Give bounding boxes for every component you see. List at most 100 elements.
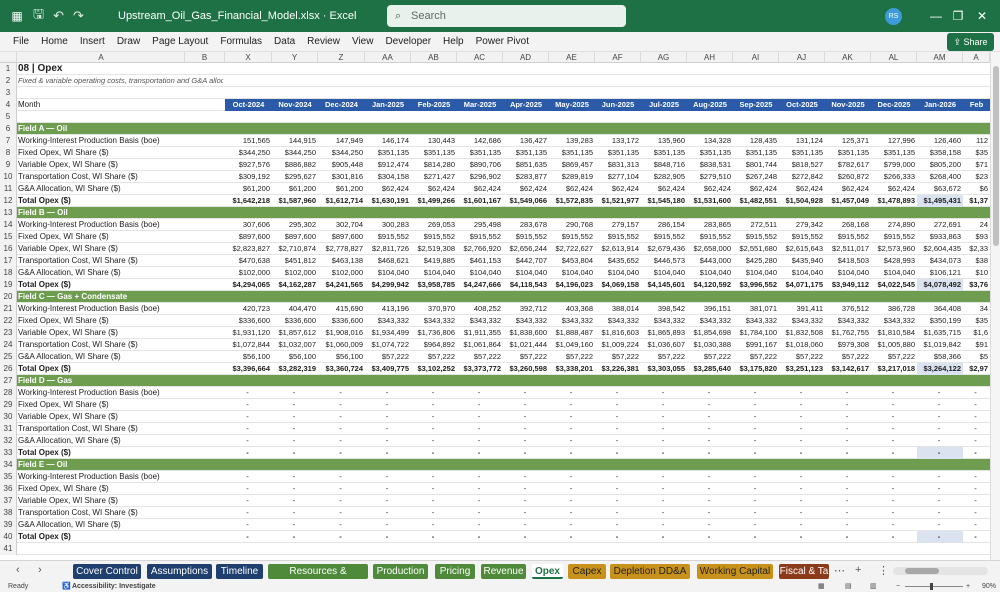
data-cell[interactable]: $818,527	[779, 159, 825, 171]
data-cell[interactable]: $102,000	[318, 267, 365, 279]
data-cell[interactable]: 376,512	[825, 303, 871, 315]
data-cell[interactable]: $801,744	[733, 159, 779, 171]
data-cell[interactable]: -	[225, 399, 272, 411]
data-cell[interactable]: $62,424	[641, 183, 687, 195]
row-number[interactable]: 1	[0, 63, 17, 75]
row-number[interactable]: 10	[0, 171, 17, 183]
data-cell[interactable]: 415,690	[318, 303, 365, 315]
row-number[interactable]: 15	[0, 231, 17, 243]
row-label[interactable]: G&A Allocation, WI Share ($)	[18, 267, 223, 279]
data-cell[interactable]: -	[825, 483, 871, 495]
data-cell[interactable]: -	[503, 495, 549, 507]
data-cell[interactable]: $343,332	[549, 315, 595, 327]
data-cell[interactable]: $62,424	[411, 183, 457, 195]
data-cell[interactable]: -	[411, 423, 457, 435]
data-cell[interactable]: $443,000	[687, 255, 733, 267]
data-cell[interactable]: -	[687, 435, 733, 447]
data-cell[interactable]: 142,686	[457, 135, 503, 147]
data-cell[interactable]: $915,552	[411, 231, 457, 243]
data-cell[interactable]: 134,328	[687, 135, 733, 147]
data-cell[interactable]: $1,021,444	[503, 339, 549, 351]
page-break-icon[interactable]: ▥	[870, 581, 877, 592]
data-cell[interactable]: 133,172	[595, 135, 641, 147]
data-cell[interactable]: $3,373,772	[457, 363, 503, 375]
data-cell[interactable]: $351,135	[549, 147, 595, 159]
data-cell[interactable]: -	[825, 411, 871, 423]
data-cell[interactable]: -	[641, 447, 687, 459]
data-cell[interactable]: -	[225, 423, 272, 435]
data-cell[interactable]: $2,97	[963, 363, 990, 375]
menu-view[interactable]: View	[352, 36, 374, 47]
data-cell[interactable]: -	[595, 447, 641, 459]
data-cell[interactable]: $1,005,880	[871, 339, 917, 351]
section-header[interactable]: Field B — Oil	[18, 207, 223, 219]
data-cell[interactable]: -	[272, 387, 318, 399]
data-cell[interactable]: $1,601,167	[457, 195, 503, 207]
sheet-tab-cover-control[interactable]: Cover Control	[73, 564, 141, 579]
data-cell[interactable]: -	[225, 507, 272, 519]
data-cell[interactable]: -	[779, 435, 825, 447]
row-label[interactable]: Fixed Opex, WI Share ($)	[18, 399, 223, 411]
data-cell[interactable]: $63,672	[917, 183, 963, 195]
column-header[interactable]: AA	[365, 52, 411, 63]
data-cell[interactable]: $62,424	[549, 183, 595, 195]
data-cell[interactable]: -	[549, 435, 595, 447]
data-cell[interactable]: -	[318, 531, 365, 543]
section-header[interactable]: Field D — Gas	[18, 375, 223, 387]
data-cell[interactable]: $4,118,543	[503, 279, 549, 291]
data-cell[interactable]: $295,627	[272, 171, 318, 183]
zoom-slider[interactable]	[905, 583, 963, 590]
data-cell[interactable]: $38	[963, 255, 990, 267]
data-cell[interactable]: $260,872	[825, 171, 871, 183]
row-number[interactable]: 22	[0, 315, 17, 327]
row-number[interactable]: 26	[0, 363, 17, 375]
row-number[interactable]: 21	[0, 303, 17, 315]
data-cell[interactable]: -	[457, 411, 503, 423]
data-cell[interactable]: $1,762,755	[825, 327, 871, 339]
row-number[interactable]: 31	[0, 423, 17, 435]
add-sheet-icon[interactable]: +	[855, 564, 861, 576]
data-cell[interactable]: -	[871, 483, 917, 495]
data-cell[interactable]: $418,503	[825, 255, 871, 267]
data-cell[interactable]: $57,222	[503, 351, 549, 363]
data-cell[interactable]: $1,784,100	[733, 327, 779, 339]
data-cell[interactable]: -	[779, 531, 825, 543]
data-cell[interactable]: -	[318, 471, 365, 483]
data-cell[interactable]: 388,014	[595, 303, 641, 315]
data-cell[interactable]: $344,250	[225, 147, 272, 159]
data-cell[interactable]: $56,100	[318, 351, 365, 363]
data-cell[interactable]: $1,482,551	[733, 195, 779, 207]
data-cell[interactable]: $62,424	[687, 183, 733, 195]
data-cell[interactable]: -	[917, 411, 963, 423]
column-header[interactable]: AC	[457, 52, 503, 63]
total-label[interactable]: Total Opex ($)	[18, 531, 223, 543]
data-cell[interactable]: $4,162,287	[272, 279, 318, 291]
data-cell[interactable]: -	[963, 399, 990, 411]
accessibility-status[interactable]: Accessibility: Investigate	[72, 581, 156, 592]
column-header[interactable]: Y	[272, 52, 318, 63]
data-cell[interactable]: -	[917, 447, 963, 459]
data-cell[interactable]: -	[272, 435, 318, 447]
data-cell[interactable]: $301,816	[318, 171, 365, 183]
data-cell[interactable]: -	[687, 531, 733, 543]
data-cell[interactable]: -	[733, 507, 779, 519]
data-cell[interactable]: $1,736,806	[411, 327, 457, 339]
data-cell[interactable]: $343,332	[641, 315, 687, 327]
data-cell[interactable]: $3,217,018	[871, 363, 917, 375]
data-cell[interactable]: -	[871, 411, 917, 423]
data-cell[interactable]: $3,226,381	[595, 363, 641, 375]
row-number[interactable]: 5	[0, 111, 17, 123]
data-cell[interactable]: $57,222	[457, 351, 503, 363]
data-cell[interactable]: $1,934,499	[365, 327, 411, 339]
data-cell[interactable]: $915,552	[503, 231, 549, 243]
data-cell[interactable]: 151,565	[225, 135, 272, 147]
data-cell[interactable]: -	[917, 423, 963, 435]
data-cell[interactable]: -	[917, 531, 963, 543]
data-cell[interactable]: -	[963, 495, 990, 507]
zoom-out-icon[interactable]: −	[896, 581, 900, 592]
data-cell[interactable]: -	[917, 495, 963, 507]
data-cell[interactable]: $104,040	[411, 267, 457, 279]
data-cell[interactable]: $915,552	[825, 231, 871, 243]
data-cell[interactable]: -	[871, 531, 917, 543]
data-cell[interactable]: 396,151	[687, 303, 733, 315]
